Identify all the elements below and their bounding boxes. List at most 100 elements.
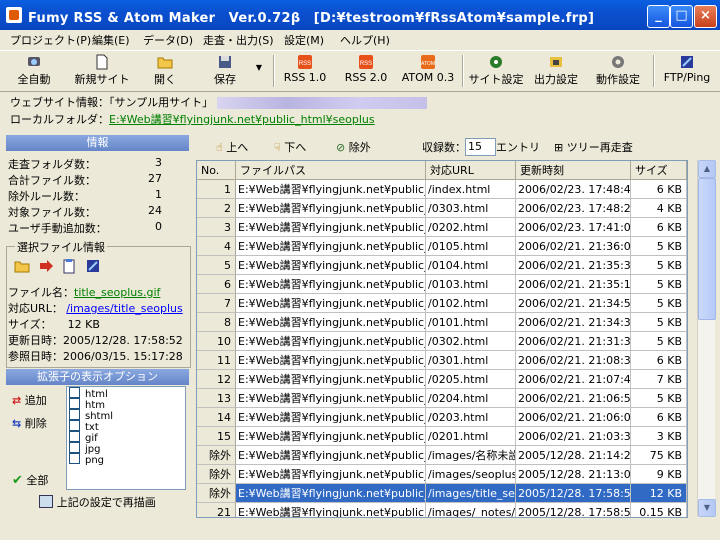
cell-size: 6 KB — [631, 180, 687, 199]
cell-time: 2006/02/21. 21:31:30 — [516, 332, 631, 351]
cell-time: 2005/12/28. 21:13:08 — [516, 465, 631, 484]
auto-icon — [28, 57, 40, 66]
file-list-table[interactable]: No. ファイルパス 対応URL 更新時刻 サイズ 1 E:¥Web講習¥flyi… — [196, 160, 688, 518]
ext-delete-button[interactable]: ⇆ 削除 — [12, 415, 47, 431]
local-folder-link[interactable]: E:¥Web講習¥flyingjunk.net¥public_html¥seop… — [109, 113, 375, 126]
title-bar[interactable]: Fumy RSS & Atom Maker Ver.0.72β [D:¥test… — [0, 0, 720, 30]
vertical-scrollbar[interactable]: ▲ ▼ — [697, 160, 716, 517]
maximize-button[interactable]: □ — [670, 5, 693, 28]
site-name: 「サンプル用サイト」 — [109, 96, 214, 109]
atom03-button[interactable]: ATOM ATOM 0.3 — [401, 53, 455, 89]
table-row[interactable]: 13E:¥Web講習¥flyingjunk.net¥public_html¥se… — [197, 389, 687, 408]
exclude-button[interactable]: ⊘ 除外 — [336, 139, 371, 155]
rss20-button[interactable]: RSS RSS 2.0 — [343, 53, 389, 89]
menu-settings[interactable]: 設定(M) — [284, 32, 324, 48]
col-header-url[interactable]: 対応URL — [426, 161, 516, 180]
file-name-link[interactable]: title_seoplus.gif — [74, 286, 160, 299]
site-settings-button[interactable]: サイト設定 — [467, 53, 525, 89]
cell-size: 6 KB — [631, 218, 687, 237]
behavior-settings-button[interactable]: 動作設定 — [590, 53, 646, 89]
cell-size: 5 KB — [631, 275, 687, 294]
table-row[interactable]: 6E:¥Web講習¥flyingjunk.net¥public_html¥seo… — [197, 275, 687, 294]
entry-count-input[interactable]: 15 — [465, 138, 496, 156]
table-row[interactable]: 除外E:¥Web講習¥flyingjunk.net¥public_html¥se… — [197, 465, 687, 484]
new-site-button[interactable]: 新規サイト — [72, 53, 132, 89]
menu-edit[interactable]: 編集(E) — [92, 32, 130, 48]
auto-button[interactable]: 全自動 — [12, 53, 56, 89]
cell-no: 4 — [197, 237, 236, 256]
menu-project[interactable]: プロジェクト(P) — [10, 32, 91, 48]
table-row[interactable]: 21E:¥Web講習¥flyingjunk.net¥public_html¥se… — [197, 503, 687, 517]
rescan-tree-button[interactable]: ⊞ ツリー再走査 — [554, 139, 633, 155]
col-header-updated[interactable]: 更新時刻 — [516, 161, 631, 180]
table-row[interactable]: 15E:¥Web講習¥flyingjunk.net¥public_html¥se… — [197, 427, 687, 446]
cell-url: /0201.html — [426, 427, 516, 446]
local-folder-label: ローカルフォルダ： — [10, 113, 109, 126]
table-row[interactable]: 7E:¥Web講習¥flyingjunk.net¥public_html¥seo… — [197, 294, 687, 313]
go-arrow-icon[interactable] — [38, 258, 54, 274]
scroll-thumb[interactable] — [698, 178, 716, 320]
table-row[interactable]: 5E:¥Web講習¥flyingjunk.net¥public_html¥seo… — [197, 256, 687, 275]
cell-path: E:¥Web講習¥flyingjunk.net¥public_html¥seop… — [236, 408, 426, 427]
file-url-link[interactable]: /images/title_seoplus — [66, 302, 182, 315]
table-row[interactable]: 10E:¥Web講習¥flyingjunk.net¥public_html¥se… — [197, 332, 687, 351]
move-down-button[interactable]: ☟ 下へ — [274, 139, 306, 155]
rss10-button[interactable]: RSS RSS 1.0 — [282, 53, 328, 89]
menu-data[interactable]: データ(D) — [143, 32, 193, 48]
table-row[interactable]: 除外E:¥Web講習¥flyingjunk.net¥public_html¥se… — [197, 484, 687, 503]
scroll-down-arrow[interactable]: ▼ — [698, 499, 716, 517]
cell-url: /images/_notes/ — [426, 503, 516, 517]
table-row[interactable]: 12E:¥Web講習¥flyingjunk.net¥public_html¥se… — [197, 370, 687, 389]
table-row[interactable]: 除外E:¥Web講習¥flyingjunk.net¥public_html¥se… — [197, 446, 687, 465]
close-button[interactable]: × — [694, 5, 717, 28]
svg-text:ATOM: ATOM — [421, 61, 435, 67]
ext-checkbox-jpg[interactable]: jpg — [67, 442, 185, 455]
cell-path: E:¥Web講習¥flyingjunk.net¥public_html¥seop… — [236, 275, 426, 294]
cell-time: 2005/12/28. 21:14:22 — [516, 446, 631, 465]
clipboard-icon[interactable] — [61, 258, 77, 274]
table-row[interactable]: 11E:¥Web講習¥flyingjunk.net¥public_html¥se… — [197, 351, 687, 370]
scroll-up-arrow[interactable]: ▲ — [698, 160, 716, 178]
save-button[interactable]: 保存 — [205, 53, 245, 89]
ext-checkbox-htm[interactable]: htm — [67, 398, 185, 411]
col-header-size[interactable]: サイズ — [631, 161, 687, 180]
cell-path: E:¥Web講習¥flyingjunk.net¥public_html¥seop… — [236, 237, 426, 256]
extension-list[interactable]: html htm shtml txt gif jpg png — [66, 386, 186, 490]
table-row[interactable]: 1E:¥Web講習¥flyingjunk.net¥public_html¥seo… — [197, 180, 687, 199]
ext-checkbox-gif[interactable]: gif — [67, 431, 185, 444]
cell-url: /images/名称未設定 — [426, 446, 516, 465]
open-button[interactable]: 開く — [145, 53, 185, 89]
menu-scan-output[interactable]: 走査・出力(S) — [203, 32, 274, 48]
ext-checkbox-png[interactable]: png — [67, 453, 185, 466]
ext-checkbox-html[interactable]: html — [67, 387, 185, 400]
ftp-ping-button[interactable]: FTP/Ping — [660, 53, 714, 89]
ext-checkbox-txt[interactable]: txt — [67, 420, 185, 433]
move-up-button[interactable]: ☝ 上へ — [216, 139, 248, 155]
cell-time: 2006/02/21. 21:03:34 — [516, 427, 631, 446]
output-settings-button[interactable]: 出力設定 — [530, 53, 582, 89]
cell-path: E:¥Web講習¥flyingjunk.net¥public_html¥seop… — [236, 389, 426, 408]
col-header-no[interactable]: No. — [197, 161, 236, 180]
col-header-path[interactable]: ファイルパス — [236, 161, 426, 180]
file-size-row: サイズ： 12 KB — [8, 318, 100, 331]
redraw-button[interactable]: 上記の設定で再描画 — [6, 492, 189, 514]
main-toolbar: 全自動 新規サイト 開く 保存 ▼ RSS RSS 1.0 RSS RSS 2.… — [0, 50, 720, 92]
table-row[interactable]: 8E:¥Web講習¥flyingjunk.net¥public_html¥seo… — [197, 313, 687, 332]
tree-icon: ⊞ — [554, 141, 564, 154]
table-row[interactable]: 4E:¥Web講習¥flyingjunk.net¥public_html¥seo… — [197, 237, 687, 256]
open-folder-icon[interactable] — [14, 258, 30, 274]
cell-time: 2006/02/23. 17:48:44 — [516, 180, 631, 199]
cell-path: E:¥Web講習¥flyingjunk.net¥public_html¥seop… — [236, 218, 426, 237]
table-row[interactable]: 3E:¥Web講習¥flyingjunk.net¥public_html¥seo… — [197, 218, 687, 237]
ftp-icon[interactable] — [85, 258, 101, 274]
cell-time: 2006/02/23. 17:48:28 — [516, 199, 631, 218]
minimize-button[interactable]: _ — [647, 5, 670, 28]
table-row[interactable]: 2E:¥Web講習¥flyingjunk.net¥public_html¥seo… — [197, 199, 687, 218]
ext-all-button[interactable]: ✔ 全部 — [12, 472, 48, 488]
ext-checkbox-shtml[interactable]: shtml — [67, 409, 185, 422]
table-row[interactable]: 14E:¥Web講習¥flyingjunk.net¥public_html¥se… — [197, 408, 687, 427]
cell-size: 6 KB — [631, 408, 687, 427]
ext-add-button[interactable]: ⇄ 追加 — [12, 392, 47, 408]
cell-no: 13 — [197, 389, 236, 408]
menu-help[interactable]: ヘルプ(H) — [340, 32, 390, 48]
